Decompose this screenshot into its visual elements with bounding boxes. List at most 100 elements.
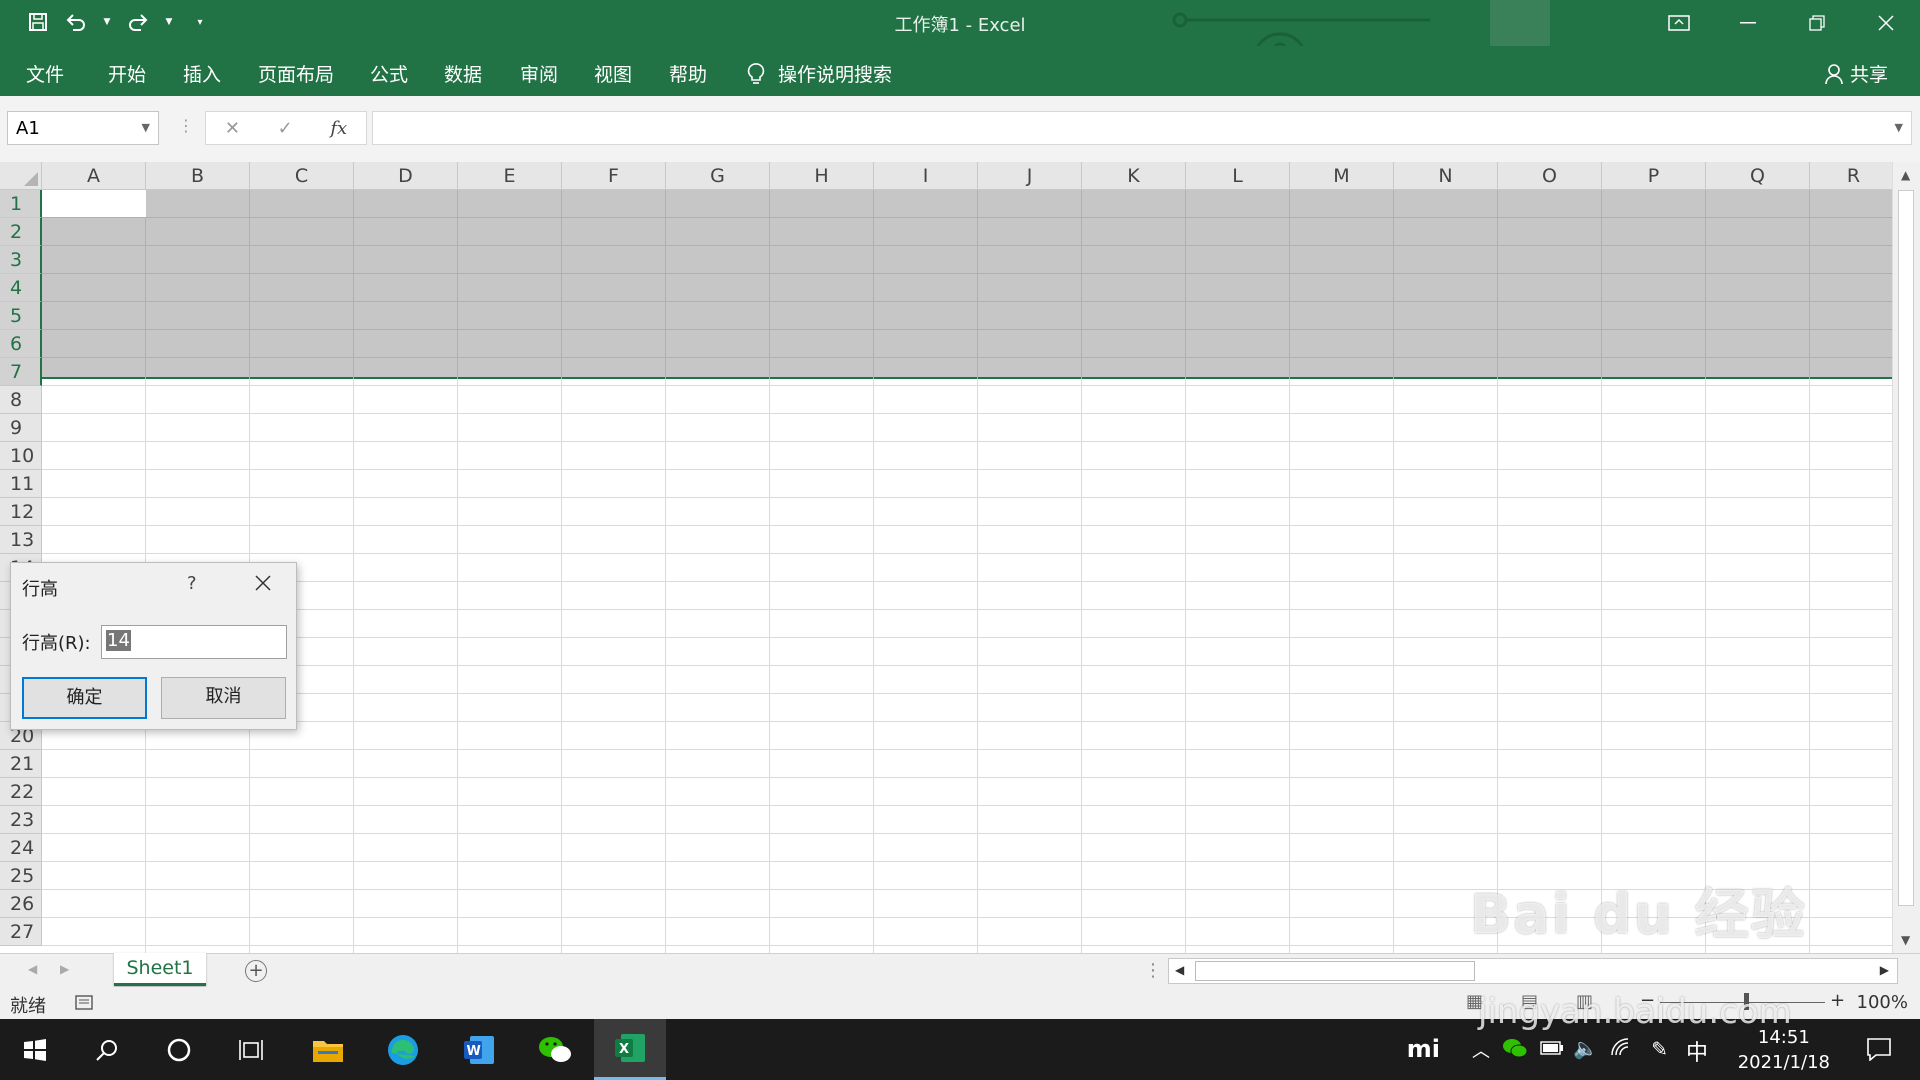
row-header-21[interactable]: 21 xyxy=(0,750,42,778)
worksheet-grid[interactable]: ABCDEFGHIJKLMNOPQR 123456789101112131415… xyxy=(0,162,1892,953)
row-header-9[interactable]: 9 xyxy=(0,414,42,442)
search-icon[interactable] xyxy=(72,1019,142,1080)
edge-icon[interactable] xyxy=(368,1019,438,1080)
row-header-22[interactable]: 22 xyxy=(0,778,42,806)
task-view-icon[interactable] xyxy=(216,1019,286,1080)
drag-handle-icon[interactable]: ⋮ xyxy=(178,116,194,135)
row-header-12[interactable]: 12 xyxy=(0,498,42,526)
scroll-up-icon[interactable]: ▲ xyxy=(1901,168,1910,182)
zoom-level[interactable]: 100% xyxy=(1857,992,1908,1013)
ribbon-display-options-icon[interactable] xyxy=(1644,0,1713,46)
excel-icon[interactable]: X xyxy=(594,1019,666,1080)
drag-handle-icon[interactable]: ⋮ xyxy=(1144,960,1162,981)
word-icon[interactable]: W xyxy=(444,1019,514,1080)
column-header-b[interactable]: B xyxy=(146,162,250,190)
close-icon[interactable] xyxy=(251,571,275,595)
column-header-n[interactable]: N xyxy=(1394,162,1498,190)
help-icon[interactable]: ? xyxy=(187,573,197,594)
ime-indicator[interactable]: 中 xyxy=(1686,1035,1708,1067)
column-header-o[interactable]: O xyxy=(1498,162,1602,190)
restore-icon[interactable] xyxy=(1782,0,1851,46)
windows-start-icon[interactable] xyxy=(0,1019,70,1080)
row-header-1[interactable]: 1 xyxy=(0,190,42,218)
tab-home[interactable]: 开始 xyxy=(108,60,146,87)
column-header-h[interactable]: H xyxy=(770,162,874,190)
scroll-down-icon[interactable]: ▼ xyxy=(1901,933,1910,947)
row-header-25[interactable]: 25 xyxy=(0,862,42,890)
column-header-e[interactable]: E xyxy=(458,162,562,190)
name-box[interactable]: A1 ▼ xyxy=(7,111,159,145)
tab-formulas[interactable]: 公式 xyxy=(370,60,408,87)
next-sheet-icon[interactable]: ▶ xyxy=(60,962,69,976)
tab-help[interactable]: 帮助 xyxy=(669,60,707,87)
share-button[interactable]: 共享 xyxy=(1824,60,1888,87)
column-header-c[interactable]: C xyxy=(250,162,354,190)
row-header-5[interactable]: 5 xyxy=(0,302,42,330)
row-header-27[interactable]: 27 xyxy=(0,918,42,946)
scroll-right-icon[interactable]: ▶ xyxy=(1880,963,1889,977)
scroll-thumb[interactable] xyxy=(1898,190,1914,906)
chevron-down-icon[interactable]: ▼ xyxy=(142,121,150,134)
cortana-icon[interactable] xyxy=(144,1019,214,1080)
mi-icon[interactable]: mi xyxy=(1407,1035,1440,1063)
battery-icon[interactable] xyxy=(1540,1039,1564,1060)
tab-review[interactable]: 审阅 xyxy=(520,60,558,87)
row-header-3[interactable]: 3 xyxy=(0,246,42,274)
expand-formula-bar-icon[interactable]: ▼ xyxy=(1895,121,1903,134)
confirm-entry-icon[interactable]: ✓ xyxy=(278,118,293,139)
active-cell-a1[interactable] xyxy=(42,190,146,217)
row-header-7[interactable]: 7 xyxy=(0,358,42,386)
clock[interactable]: 14:51 2021/1/18 xyxy=(1738,1025,1830,1075)
sheet-tab-sheet1[interactable]: Sheet1 xyxy=(114,953,206,986)
horizontal-scrollbar[interactable]: ◀ ▶ xyxy=(1168,958,1898,984)
row-header-26[interactable]: 26 xyxy=(0,890,42,918)
column-header-f[interactable]: F xyxy=(562,162,666,190)
column-header-j[interactable]: J xyxy=(978,162,1082,190)
vertical-scrollbar[interactable]: ▲ ▼ xyxy=(1892,162,1920,953)
tab-insert[interactable]: 插入 xyxy=(183,60,221,87)
wifi-icon[interactable] xyxy=(1610,1037,1634,1062)
column-header-a[interactable]: A xyxy=(42,162,146,190)
tab-file[interactable]: 文件 xyxy=(26,60,64,87)
cancel-button[interactable]: 取消 xyxy=(161,677,286,719)
column-header-p[interactable]: P xyxy=(1602,162,1706,190)
column-header-i[interactable]: I xyxy=(874,162,978,190)
row-header-11[interactable]: 11 xyxy=(0,470,42,498)
notification-icon[interactable] xyxy=(1866,1037,1892,1066)
ok-button[interactable]: 确定 xyxy=(22,677,147,719)
wechat-tray-icon[interactable] xyxy=(1502,1037,1528,1064)
prev-sheet-icon[interactable]: ◀ xyxy=(28,962,37,976)
column-header-d[interactable]: D xyxy=(354,162,458,190)
add-sheet-icon[interactable]: + xyxy=(245,960,267,982)
tab-page-layout[interactable]: 页面布局 xyxy=(258,60,334,87)
zoom-in-icon[interactable]: + xyxy=(1830,990,1845,1011)
tab-data[interactable]: 数据 xyxy=(444,60,482,87)
column-header-m[interactable]: M xyxy=(1290,162,1394,190)
column-header-l[interactable]: L xyxy=(1186,162,1290,190)
insert-function-icon[interactable]: fx xyxy=(330,118,347,139)
tell-me-search[interactable]: 操作说明搜索 xyxy=(746,60,892,87)
chevron-up-icon[interactable]: ︿ xyxy=(1472,1037,1490,1063)
accessibility-icon[interactable] xyxy=(74,992,94,1017)
scroll-left-icon[interactable]: ◀ xyxy=(1175,963,1184,977)
row-header-8[interactable]: 8 xyxy=(0,386,42,414)
column-header-g[interactable]: G xyxy=(666,162,770,190)
formula-input[interactable]: ▼ xyxy=(372,111,1912,145)
column-header-r[interactable]: R xyxy=(1810,162,1892,190)
column-header-q[interactable]: Q xyxy=(1706,162,1810,190)
row-header-23[interactable]: 23 xyxy=(0,806,42,834)
wechat-icon[interactable] xyxy=(520,1019,590,1080)
row-header-24[interactable]: 24 xyxy=(0,834,42,862)
row-header-10[interactable]: 10 xyxy=(0,442,42,470)
minimize-icon[interactable] xyxy=(1713,0,1782,46)
row-height-input[interactable]: 14 xyxy=(101,625,287,659)
row-header-13[interactable]: 13 xyxy=(0,526,42,554)
close-icon[interactable] xyxy=(1851,0,1920,46)
cancel-entry-icon[interactable]: ✕ xyxy=(225,118,240,139)
select-all-corner[interactable] xyxy=(0,162,42,190)
tab-view[interactable]: 视图 xyxy=(594,60,632,87)
row-header-6[interactable]: 6 xyxy=(0,330,42,358)
column-header-k[interactable]: K xyxy=(1082,162,1186,190)
h-scroll-thumb[interactable] xyxy=(1195,961,1475,981)
row-header-4[interactable]: 4 xyxy=(0,274,42,302)
